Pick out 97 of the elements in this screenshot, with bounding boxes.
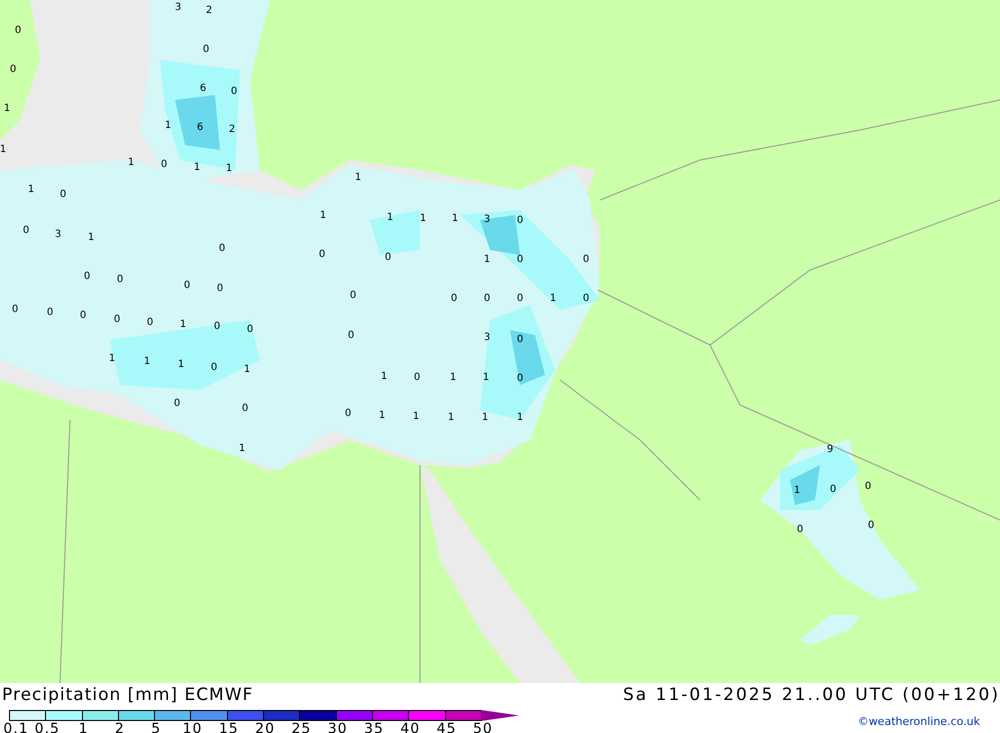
precipitation-value: 0 [202, 45, 210, 55]
precipitation-value: 0 [184, 281, 190, 291]
precipitation-value: 1 [452, 214, 458, 224]
precipitation-value: 1 [238, 444, 246, 454]
legend-label: 25 [291, 721, 312, 733]
precipitation-value: 0 [350, 291, 356, 301]
precipitation-value: 1 [108, 354, 116, 364]
legend-label: 35 [364, 721, 384, 733]
precipitation-value: 1 [194, 163, 200, 173]
precipitation-value: 0 [348, 331, 354, 341]
precipitation-value: 1 [244, 365, 250, 375]
precipitation-value: 0 [116, 275, 124, 285]
legend-label: 20 [255, 721, 275, 733]
precipitation-value: 0 [218, 244, 226, 254]
precipitation-value: 1 [378, 411, 386, 421]
precipitation-value: 0 [516, 335, 524, 345]
legend-title: Precipitation [mm] ECMWF [2, 685, 254, 705]
legend-label: 1 [78, 721, 89, 733]
precipitation-value: 0 [414, 373, 420, 383]
precipitation-value: 0 [450, 294, 458, 304]
legend-label: 15 [218, 721, 239, 733]
precipitation-value: 1 [420, 214, 426, 224]
precipitation-value: 1 [386, 213, 394, 223]
precipitation-value: 1 [226, 164, 232, 174]
precipitation-value: 1 [4, 104, 10, 114]
precipitation-value: 0 [10, 65, 16, 75]
legend-label: 45 [436, 721, 456, 733]
precipitation-value: 0 [146, 318, 154, 328]
precipitation-value: 0 [516, 374, 524, 384]
legend-label: 30 [328, 721, 348, 733]
legend-label: 0.5 [34, 721, 60, 733]
precipitation-value: 1 [450, 373, 456, 383]
precipitation-value: 3 [174, 3, 182, 13]
precipitation-value: 1 [88, 233, 94, 243]
precipitation-value: 0 [796, 525, 804, 535]
precipitation-value: 6 [200, 84, 206, 94]
legend-label: 0.1 [3, 721, 29, 733]
precipitation-value: 0 [830, 485, 836, 495]
precipitation-value: 1 [484, 255, 490, 265]
precipitation-value: 1 [482, 373, 490, 383]
precipitation-value: 2 [228, 125, 236, 135]
precipitation-value: 1 [412, 412, 420, 422]
precipitation-value: 0 [46, 308, 54, 318]
precipitation-value: 0 [318, 250, 326, 260]
precipitation-value: 1 [144, 357, 150, 367]
valid-time: Sa 11-01-2025 21..00 UTC (00+120) [623, 685, 1000, 705]
precipitation-value: 0 [210, 363, 218, 373]
precipitation-value: 0 [484, 294, 490, 304]
precipitation-value: 0 [214, 322, 220, 332]
legend-label: 2 [114, 721, 125, 733]
precipitation-value: 1 [448, 413, 454, 423]
precipitation-value: 3 [484, 215, 490, 225]
precipitation-value: 1 [128, 158, 134, 168]
precipitation-value: 0 [114, 315, 120, 325]
precipitation-value: 0 [516, 294, 524, 304]
precipitation-value: 0 [582, 255, 590, 265]
precipitation-value: 0 [516, 255, 524, 265]
precipitation-value: 0 [384, 253, 392, 263]
precipitation-value: 0 [14, 26, 22, 36]
precipitation-value: 0 [864, 482, 872, 492]
precipitation-value: 0 [868, 521, 874, 531]
precipitation-value: 0 [230, 87, 238, 97]
precipitation-value: 0 [174, 399, 180, 409]
precipitation-value: 0 [80, 311, 86, 321]
precipitation-value: 1 [0, 145, 6, 155]
precipitation-value: 0 [12, 305, 18, 315]
legend-label: 10 [182, 721, 202, 733]
credit-text: ©weatheronline.co.uk [858, 715, 980, 728]
legend-label: 5 [151, 721, 162, 733]
precipitation-value: 9 [826, 445, 834, 455]
legend-label: 40 [400, 721, 420, 733]
precipitation-value: 1 [164, 121, 172, 131]
precipitation-value: 1 [482, 413, 488, 423]
precipitation-value: 0 [60, 190, 66, 200]
precipitation-value: 1 [180, 320, 186, 330]
precipitation-value: 3 [484, 333, 490, 343]
precipitation-value: 1 [28, 185, 34, 195]
precipitation-value: 0 [242, 404, 248, 414]
precipitation-value: 0 [516, 216, 524, 226]
precipitation-value: 0 [22, 226, 30, 236]
precipitation-value: 2 [206, 6, 212, 16]
precipitation-value: 1 [516, 413, 524, 423]
precipitation-value: 1 [178, 360, 184, 370]
precipitation-value: 0 [84, 272, 90, 282]
precipitation-value: 1 [380, 372, 388, 382]
precipitation-value: 0 [216, 284, 224, 294]
precipitation-value: 6 [196, 123, 204, 133]
precipitation-value: 3 [54, 230, 62, 240]
precipitation-value: 1 [550, 294, 556, 304]
precipitation-value: 1 [794, 486, 800, 496]
precipitation-value: 1 [320, 211, 326, 221]
precipitation-value: 0 [160, 160, 168, 170]
precipitation-value: 1 [354, 173, 362, 183]
precipitation-value: 0 [582, 294, 590, 304]
precipitation-value: 0 [246, 325, 254, 335]
legend-label: 50 [472, 721, 493, 733]
precipitation-value: 0 [344, 409, 352, 419]
